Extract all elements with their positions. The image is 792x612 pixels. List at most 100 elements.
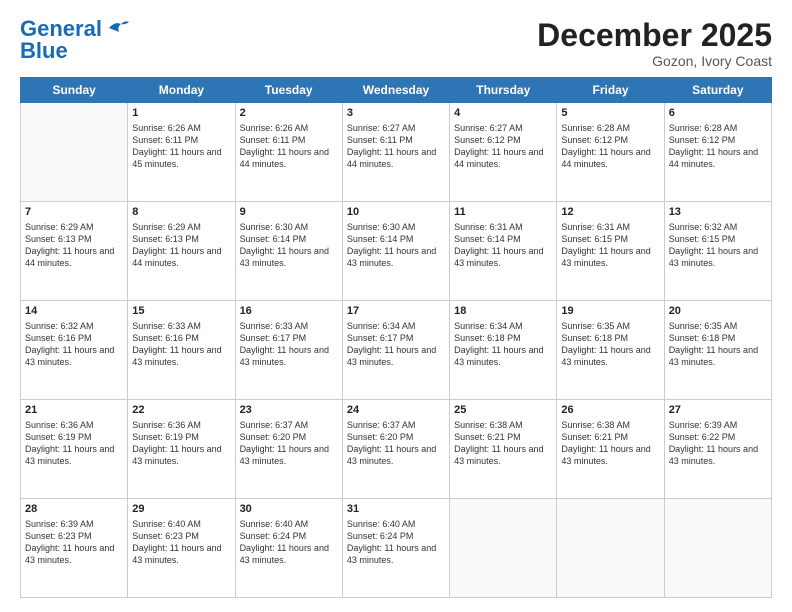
calendar-cell: 4Sunrise: 6:27 AM Sunset: 6:12 PM Daylig… [450,103,557,202]
calendar-cell: 30Sunrise: 6:40 AM Sunset: 6:24 PM Dayli… [235,499,342,598]
calendar-cell: 11Sunrise: 6:31 AM Sunset: 6:14 PM Dayli… [450,202,557,301]
day-info: Sunrise: 6:34 AM Sunset: 6:18 PM Dayligh… [454,320,552,369]
day-number: 13 [669,205,767,220]
calendar-week-row: 14Sunrise: 6:32 AM Sunset: 6:16 PM Dayli… [21,301,772,400]
day-number: 23 [240,403,338,418]
col-thursday: Thursday [450,78,557,103]
calendar-cell: 26Sunrise: 6:38 AM Sunset: 6:21 PM Dayli… [557,400,664,499]
day-number: 19 [561,304,659,319]
day-number: 20 [669,304,767,319]
day-info: Sunrise: 6:36 AM Sunset: 6:19 PM Dayligh… [25,419,123,468]
calendar-cell: 28Sunrise: 6:39 AM Sunset: 6:23 PM Dayli… [21,499,128,598]
day-info: Sunrise: 6:31 AM Sunset: 6:14 PM Dayligh… [454,221,552,270]
logo-blue: Blue [20,38,68,63]
calendar-cell: 9Sunrise: 6:30 AM Sunset: 6:14 PM Daylig… [235,202,342,301]
day-number: 5 [561,106,659,121]
day-info: Sunrise: 6:27 AM Sunset: 6:11 PM Dayligh… [347,122,445,171]
day-number: 11 [454,205,552,220]
day-info: Sunrise: 6:30 AM Sunset: 6:14 PM Dayligh… [240,221,338,270]
day-number: 30 [240,502,338,517]
col-friday: Friday [557,78,664,103]
day-number: 3 [347,106,445,121]
calendar-week-row: 7Sunrise: 6:29 AM Sunset: 6:13 PM Daylig… [21,202,772,301]
day-number: 7 [25,205,123,220]
day-info: Sunrise: 6:37 AM Sunset: 6:20 PM Dayligh… [240,419,338,468]
logo: General Blue [20,18,129,63]
day-number: 28 [25,502,123,517]
day-number: 27 [669,403,767,418]
calendar-cell: 16Sunrise: 6:33 AM Sunset: 6:17 PM Dayli… [235,301,342,400]
day-info: Sunrise: 6:33 AM Sunset: 6:17 PM Dayligh… [240,320,338,369]
calendar-cell: 1Sunrise: 6:26 AM Sunset: 6:11 PM Daylig… [128,103,235,202]
col-saturday: Saturday [664,78,771,103]
day-info: Sunrise: 6:28 AM Sunset: 6:12 PM Dayligh… [561,122,659,171]
day-info: Sunrise: 6:40 AM Sunset: 6:24 PM Dayligh… [240,518,338,567]
day-info: Sunrise: 6:32 AM Sunset: 6:16 PM Dayligh… [25,320,123,369]
day-number: 15 [132,304,230,319]
header: General Blue December 2025 Gozon, Ivory … [20,18,772,69]
day-info: Sunrise: 6:34 AM Sunset: 6:17 PM Dayligh… [347,320,445,369]
day-number: 4 [454,106,552,121]
calendar-cell: 7Sunrise: 6:29 AM Sunset: 6:13 PM Daylig… [21,202,128,301]
calendar-cell: 19Sunrise: 6:35 AM Sunset: 6:18 PM Dayli… [557,301,664,400]
day-info: Sunrise: 6:40 AM Sunset: 6:23 PM Dayligh… [132,518,230,567]
day-info: Sunrise: 6:27 AM Sunset: 6:12 PM Dayligh… [454,122,552,171]
calendar-header-row: Sunday Monday Tuesday Wednesday Thursday… [21,78,772,103]
day-number: 21 [25,403,123,418]
day-number: 16 [240,304,338,319]
day-info: Sunrise: 6:37 AM Sunset: 6:20 PM Dayligh… [347,419,445,468]
calendar-cell: 2Sunrise: 6:26 AM Sunset: 6:11 PM Daylig… [235,103,342,202]
calendar-cell: 14Sunrise: 6:32 AM Sunset: 6:16 PM Dayli… [21,301,128,400]
calendar-cell: 8Sunrise: 6:29 AM Sunset: 6:13 PM Daylig… [128,202,235,301]
day-info: Sunrise: 6:40 AM Sunset: 6:24 PM Dayligh… [347,518,445,567]
calendar-week-row: 28Sunrise: 6:39 AM Sunset: 6:23 PM Dayli… [21,499,772,598]
calendar-cell [21,103,128,202]
calendar-week-row: 1 Sunrise: 6:26 AM Sunset: 6:11 PM Daylig… [21,103,772,202]
day-number: 25 [454,403,552,418]
title-block: December 2025 Gozon, Ivory Coast [537,18,772,69]
calendar-cell: 3Sunrise: 6:27 AM Sunset: 6:11 PM Daylig… [342,103,449,202]
day-info: Sunrise: 6:39 AM Sunset: 6:22 PM Dayligh… [669,419,767,468]
calendar-cell: 6Sunrise: 6:28 AM Sunset: 6:12 PM Daylig… [664,103,771,202]
day-number: 9 [240,205,338,220]
day-info: Sunrise: 6:33 AM Sunset: 6:16 PM Dayligh… [132,320,230,369]
calendar-cell: 27Sunrise: 6:39 AM Sunset: 6:22 PM Dayli… [664,400,771,499]
day-info: Sunrise: 6:26 AM Sunset: 6:11 PM Dayligh… [240,122,338,171]
day-number: 17 [347,304,445,319]
day-number: 8 [132,205,230,220]
location-subtitle: Gozon, Ivory Coast [537,53,772,69]
calendar-cell: 13Sunrise: 6:32 AM Sunset: 6:15 PM Dayli… [664,202,771,301]
day-info: Sunrise: 6:38 AM Sunset: 6:21 PM Dayligh… [454,419,552,468]
calendar-cell [664,499,771,598]
page: General Blue December 2025 Gozon, Ivory … [0,0,792,612]
calendar-cell: 5Sunrise: 6:28 AM Sunset: 6:12 PM Daylig… [557,103,664,202]
calendar-cell [557,499,664,598]
col-sunday: Sunday [21,78,128,103]
day-info: Sunrise: 6:30 AM Sunset: 6:14 PM Dayligh… [347,221,445,270]
calendar-cell: 18Sunrise: 6:34 AM Sunset: 6:18 PM Dayli… [450,301,557,400]
calendar-cell: 20Sunrise: 6:35 AM Sunset: 6:18 PM Dayli… [664,301,771,400]
col-monday: Monday [128,78,235,103]
day-number: 6 [669,106,767,121]
calendar-cell: 22Sunrise: 6:36 AM Sunset: 6:19 PM Dayli… [128,400,235,499]
day-number: 24 [347,403,445,418]
day-number: 1 [132,106,230,121]
col-tuesday: Tuesday [235,78,342,103]
day-number: 2 [240,106,338,121]
day-number: 14 [25,304,123,319]
calendar-cell: 29Sunrise: 6:40 AM Sunset: 6:23 PM Dayli… [128,499,235,598]
month-year-title: December 2025 [537,18,772,53]
calendar-cell: 25Sunrise: 6:38 AM Sunset: 6:21 PM Dayli… [450,400,557,499]
day-number: 10 [347,205,445,220]
day-info: Sunrise: 6:28 AM Sunset: 6:12 PM Dayligh… [669,122,767,171]
day-info: Sunrise: 6:39 AM Sunset: 6:23 PM Dayligh… [25,518,123,567]
logo-bird-icon [107,19,129,37]
calendar-week-row: 21Sunrise: 6:36 AM Sunset: 6:19 PM Dayli… [21,400,772,499]
day-info: Sunrise: 6:35 AM Sunset: 6:18 PM Dayligh… [669,320,767,369]
day-number: 18 [454,304,552,319]
day-number: 26 [561,403,659,418]
calendar-cell: 31Sunrise: 6:40 AM Sunset: 6:24 PM Dayli… [342,499,449,598]
calendar-cell [450,499,557,598]
calendar-cell: 24Sunrise: 6:37 AM Sunset: 6:20 PM Dayli… [342,400,449,499]
day-number: 29 [132,502,230,517]
